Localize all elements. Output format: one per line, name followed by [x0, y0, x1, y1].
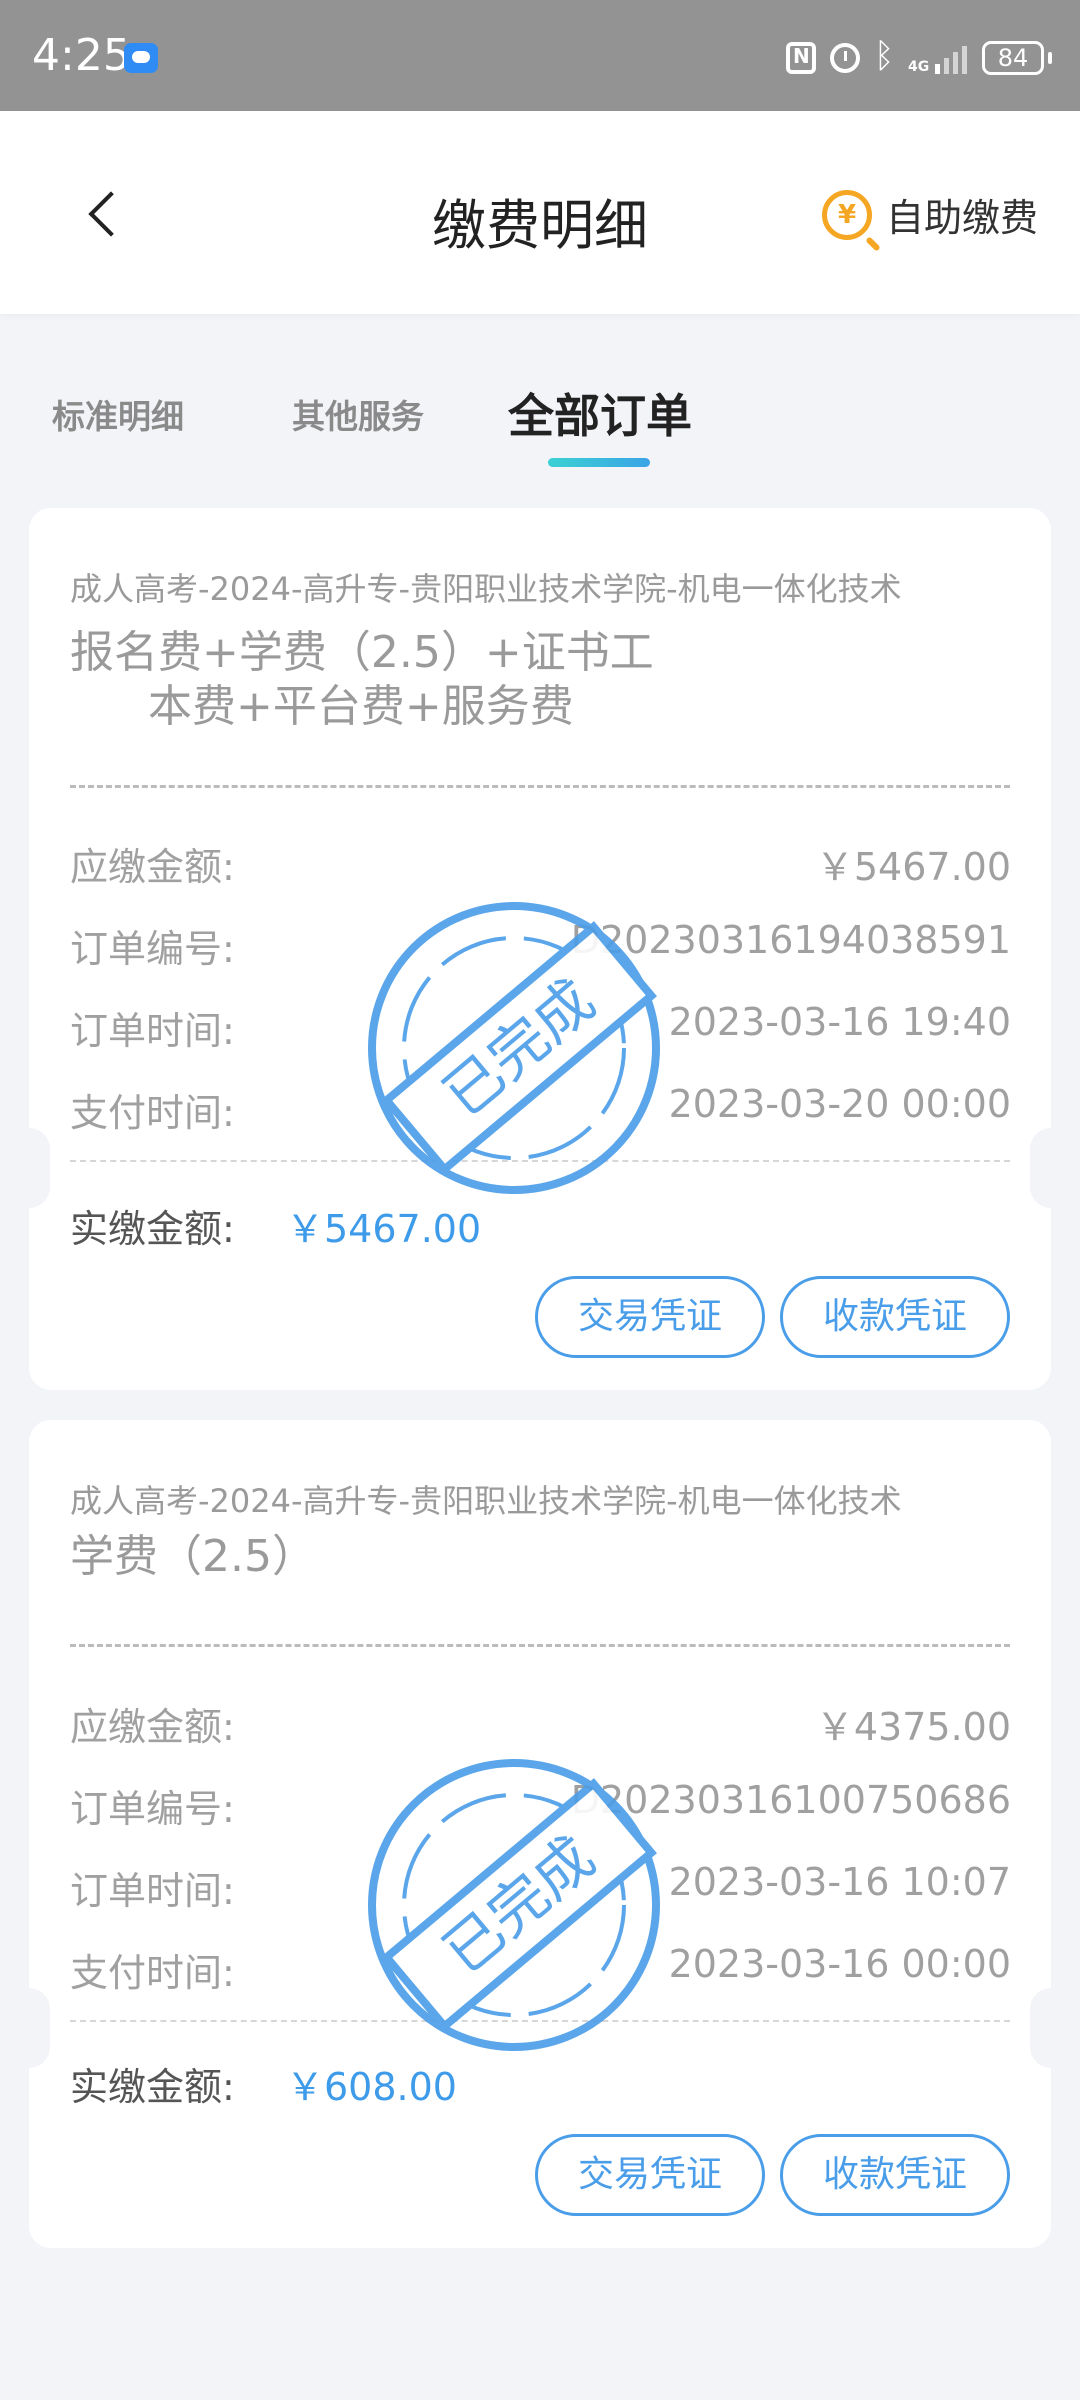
battery-level: 84: [997, 44, 1029, 72]
order-description-line1: 报名费+学费（2.5）+证书工: [70, 627, 654, 678]
divider: [70, 1644, 1010, 1647]
tab-bar: 标准明细 其他服务 全部订单: [0, 372, 1080, 467]
order-card: 成人高考-2024-高升专-贵阳职业技术学院-机电一体化技术 学费（2.5） 应…: [8, 1420, 1072, 2248]
alarm-icon: [830, 43, 860, 73]
card-notch-right: [1030, 1128, 1072, 1208]
self-pay-label: 自助缴费: [885, 196, 1038, 240]
status-icons: 4G 84: [786, 36, 1052, 80]
header-bar: 缴费明细 ¥ 自助缴费: [0, 111, 1080, 314]
order-description: 学费（2.5）: [70, 1530, 710, 1584]
bluetooth-icon: [874, 36, 894, 76]
order-title: 成人高考-2024-高升专-贵阳职业技术学院-机电一体化技术: [70, 1482, 902, 1520]
completed-stamp: 已完成: [368, 1759, 660, 2051]
order-time-label: 订单时间:: [70, 1869, 235, 1913]
payment-time-value: 2023-03-20 00:00: [668, 1082, 1011, 1126]
tab-other-services[interactable]: 其他服务: [292, 390, 424, 438]
completed-stamp: 已完成: [368, 902, 660, 1194]
status-bar: 4:25 4G 84: [0, 0, 1080, 111]
card-notch-left: [8, 1128, 50, 1208]
order-number-label: 订单编号:: [70, 1787, 235, 1831]
cellular-signal-icon: 4G: [908, 42, 968, 74]
network-type: 4G: [908, 59, 930, 75]
self-pay-button[interactable]: ¥ 自助缴费: [821, 187, 1038, 242]
transaction-voucher-button[interactable]: 交易凭证: [535, 2134, 765, 2216]
paid-amount-label: 实缴金额:: [70, 2065, 235, 2109]
order-number-label: 订单编号:: [70, 927, 235, 971]
battery-icon: 84: [982, 41, 1044, 75]
order-description-line1: 学费（2.5）: [70, 1531, 316, 1582]
payment-time-label: 支付时间:: [70, 1951, 235, 1995]
order-description-line2: 本费+平台费+服务费: [148, 681, 574, 732]
active-tab-indicator: [548, 458, 650, 467]
nfc-icon: [786, 42, 816, 74]
tab-all-orders[interactable]: 全部订单: [508, 380, 692, 446]
order-card: 成人高考-2024-高升专-贵阳职业技术学院-机电一体化技术 报名费+学费（2.…: [8, 508, 1072, 1390]
due-amount-value: ￥4375.00: [815, 1705, 1011, 1749]
divider: [70, 785, 1010, 788]
tab-standard-details[interactable]: 标准明细: [52, 390, 184, 438]
order-time-label: 订单时间:: [70, 1009, 235, 1053]
payment-time-label: 支付时间:: [70, 1091, 235, 1135]
battery-tip: [1048, 52, 1052, 64]
order-time-value: 2023-03-16 10:07: [668, 1860, 1011, 1904]
order-description: 报名费+学费（2.5）+证书工 本费+平台费+服务费: [70, 626, 710, 734]
card-notch-right: [1030, 1988, 1072, 2068]
order-title: 成人高考-2024-高升专-贵阳职业技术学院-机电一体化技术: [70, 570, 902, 608]
status-time: 4:25: [32, 30, 131, 81]
order-time-value: 2023-03-16 19:40: [668, 1000, 1011, 1044]
yen-search-icon: ¥: [821, 189, 872, 240]
receipt-voucher-button[interactable]: 收款凭证: [780, 1276, 1010, 1358]
due-amount-value: ￥5467.00: [815, 845, 1011, 889]
due-amount-label: 应缴金额:: [70, 845, 235, 889]
transaction-voucher-button[interactable]: 交易凭证: [535, 1276, 765, 1358]
receipt-voucher-button[interactable]: 收款凭证: [780, 2134, 1010, 2216]
paid-amount-label: 实缴金额:: [70, 1207, 235, 1251]
due-amount-label: 应缴金额:: [70, 1705, 235, 1749]
card-notch-left: [8, 1988, 50, 2068]
payment-time-value: 2023-03-16 00:00: [668, 1942, 1011, 1986]
message-notification-icon: [124, 43, 158, 73]
